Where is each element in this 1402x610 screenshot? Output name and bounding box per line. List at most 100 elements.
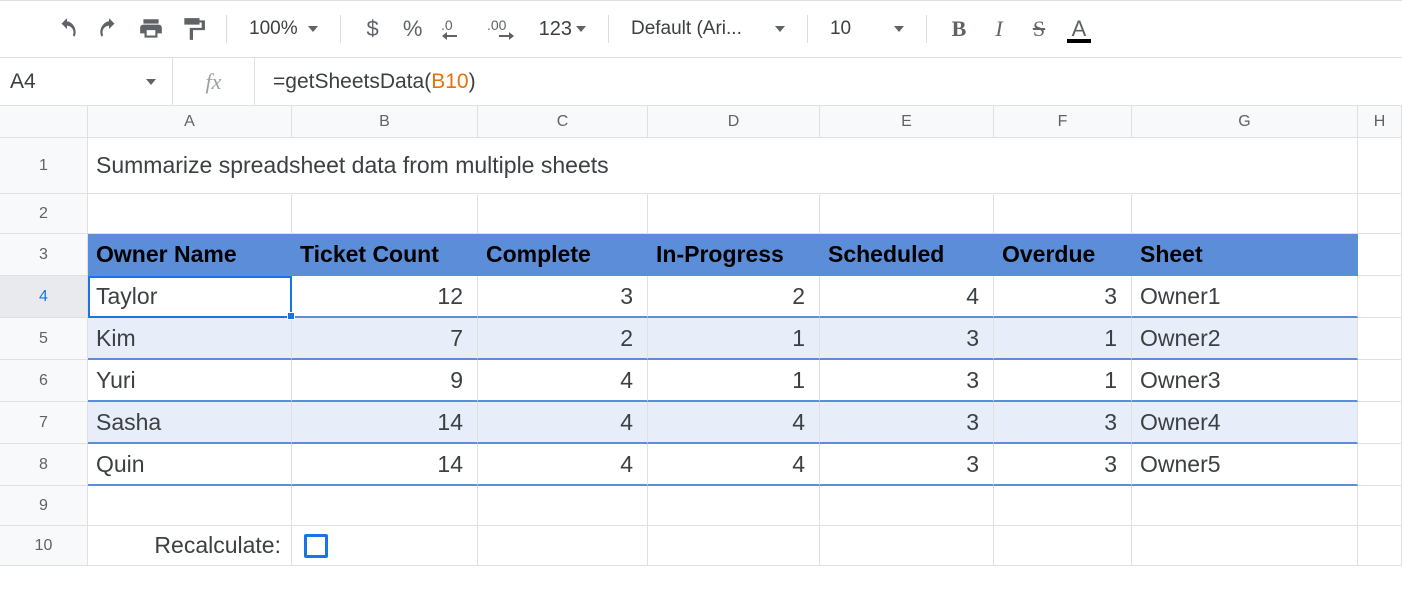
cell-G4[interactable]: Owner1 [1132,276,1358,318]
cell-F2[interactable] [994,194,1132,234]
text-color-button[interactable]: A [1061,11,1097,47]
row-header-6[interactable]: 6 [0,360,88,402]
cell-F6[interactable]: 1 [994,360,1132,402]
cell-B6[interactable]: 9 [292,360,478,402]
cell-E7[interactable]: 3 [820,402,994,444]
cell-G8[interactable]: Owner5 [1132,444,1358,486]
cell-C4[interactable]: 3 [478,276,648,318]
print-button[interactable] [132,11,170,47]
cell-E8[interactable]: 3 [820,444,994,486]
cell-G2[interactable] [1132,194,1358,234]
row-header-1[interactable]: 1 [0,138,88,194]
name-box[interactable]: A4 [0,58,172,105]
hdr-owner[interactable]: Owner Name [88,234,292,276]
select-all-corner[interactable] [0,106,88,138]
cell-C9[interactable] [478,486,648,526]
row-header-8[interactable]: 8 [0,444,88,486]
cell-B10-checkbox[interactable] [292,526,478,566]
strikethrough-button[interactable]: S [1021,11,1057,47]
formula-input[interactable]: =getSheetsData(B10) [254,58,1402,105]
cell-H3[interactable] [1358,234,1402,276]
cell-C5[interactable]: 2 [478,318,648,360]
col-header-A[interactable]: A [88,106,292,138]
number-format-dropdown[interactable]: 123 [531,11,594,47]
cell-F7[interactable]: 3 [994,402,1132,444]
hdr-inprogress[interactable]: In-Progress [648,234,820,276]
bold-button[interactable]: B [941,11,977,47]
font-dropdown[interactable]: Default (Ari... [623,11,793,47]
decrease-decimal-button[interactable]: .0 [435,11,477,47]
cell-D10[interactable] [648,526,820,566]
cell-C6[interactable]: 4 [478,360,648,402]
cell-B4[interactable]: 12 [292,276,478,318]
cell-D4[interactable]: 2 [648,276,820,318]
cell-H2[interactable] [1358,194,1402,234]
cell-B1[interactable] [292,138,478,194]
cell-H10[interactable] [1358,526,1402,566]
cell-H4[interactable] [1358,276,1402,318]
format-percent-button[interactable]: % [395,11,431,47]
italic-button[interactable]: I [981,11,1017,47]
cell-E2[interactable] [820,194,994,234]
cell-F4[interactable]: 3 [994,276,1132,318]
cell-D8[interactable]: 4 [648,444,820,486]
cell-F9[interactable] [994,486,1132,526]
col-header-E[interactable]: E [820,106,994,138]
cell-E10[interactable] [820,526,994,566]
cell-H7[interactable] [1358,402,1402,444]
cell-C8[interactable]: 4 [478,444,648,486]
undo-button[interactable] [48,11,86,47]
cell-H8[interactable] [1358,444,1402,486]
cell-A7[interactable]: Sasha [88,402,292,444]
cell-G1[interactable] [1132,138,1358,194]
cell-A8[interactable]: Quin [88,444,292,486]
cell-E4[interactable]: 4 [820,276,994,318]
row-header-10[interactable]: 10 [0,526,88,566]
hdr-scheduled[interactable]: Scheduled [820,234,994,276]
col-header-B[interactable]: B [292,106,478,138]
cell-G6[interactable]: Owner3 [1132,360,1358,402]
cell-E6[interactable]: 3 [820,360,994,402]
cell-D1[interactable] [648,138,820,194]
cell-B7[interactable]: 14 [292,402,478,444]
cell-C7[interactable]: 4 [478,402,648,444]
cell-E1[interactable] [820,138,994,194]
cell-D7[interactable]: 4 [648,402,820,444]
cell-C2[interactable] [478,194,648,234]
cell-H1[interactable] [1358,138,1402,194]
hdr-sheet[interactable]: Sheet [1132,234,1358,276]
cell-A4-selected[interactable]: Taylor [88,276,292,318]
cell-G9[interactable] [1132,486,1358,526]
col-header-G[interactable]: G [1132,106,1358,138]
row-header-5[interactable]: 5 [0,318,88,360]
cell-B5[interactable]: 7 [292,318,478,360]
cell-F5[interactable]: 1 [994,318,1132,360]
col-header-H[interactable]: H [1358,106,1402,138]
cell-A2[interactable] [88,194,292,234]
cell-G5[interactable]: Owner2 [1132,318,1358,360]
cell-D2[interactable] [648,194,820,234]
cell-A6[interactable]: Yuri [88,360,292,402]
checkbox-icon[interactable] [304,534,328,558]
cell-H6[interactable] [1358,360,1402,402]
cell-H5[interactable] [1358,318,1402,360]
zoom-dropdown[interactable]: 100% [241,11,326,47]
cell-E9[interactable] [820,486,994,526]
cell-G7[interactable]: Owner4 [1132,402,1358,444]
font-size-dropdown[interactable]: 10 [822,11,912,47]
increase-decimal-button[interactable]: .00 [481,11,527,47]
paint-format-button[interactable] [174,11,212,47]
cell-A1-title[interactable]: Summarize spreadsheet data from multiple… [88,138,292,194]
format-currency-button[interactable]: $ [355,11,391,47]
cell-D6[interactable]: 1 [648,360,820,402]
row-header-2[interactable]: 2 [0,194,88,234]
cell-C10[interactable] [478,526,648,566]
spreadsheet-grid[interactable]: A B C D E F G H 1 Summarize spreadsheet … [0,106,1402,566]
cell-E5[interactable]: 3 [820,318,994,360]
row-header-4[interactable]: 4 [0,276,88,318]
selection-handle[interactable] [287,312,295,320]
cell-F8[interactable]: 3 [994,444,1132,486]
cell-C1[interactable] [478,138,648,194]
row-header-3[interactable]: 3 [0,234,88,276]
cell-H9[interactable] [1358,486,1402,526]
